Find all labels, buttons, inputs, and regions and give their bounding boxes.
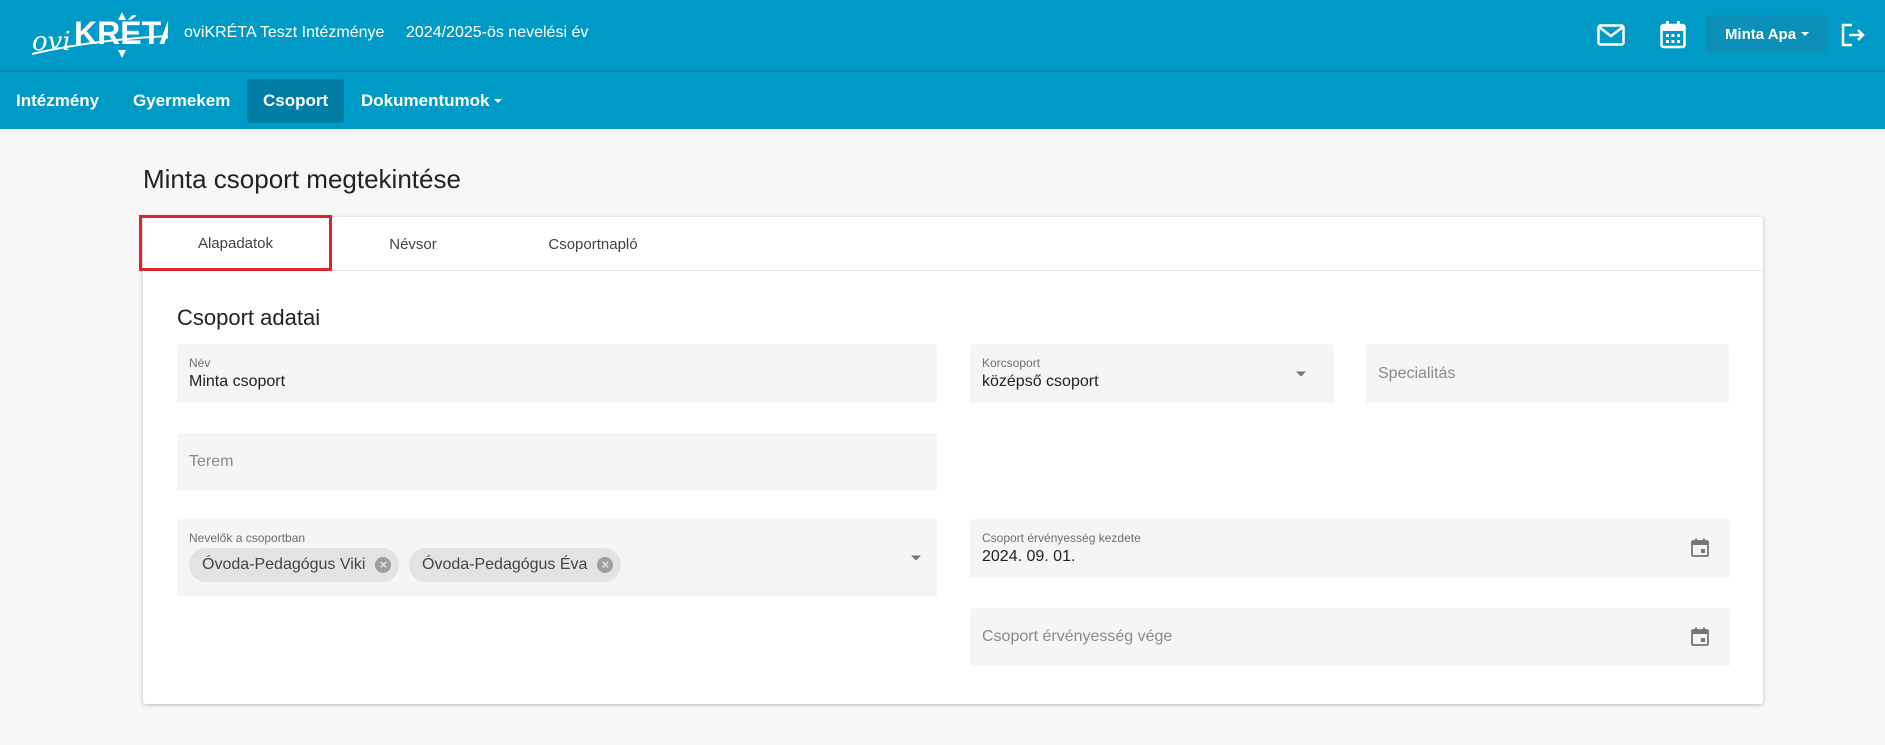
chevron-down-icon (1296, 371, 1306, 376)
age-group-select[interactable]: Korcsoport középső csoport (970, 344, 1334, 403)
valid-from-label: Csoport érvényesség kezdete (982, 531, 1141, 545)
room-field[interactable]: Terem (177, 433, 937, 491)
name-value: Minta csoport (189, 373, 286, 390)
tab-roster[interactable]: Névsor (323, 217, 503, 271)
svg-text:KRÉTA: KRÉTA (74, 15, 168, 51)
main-nav: Intézmény Gyermekem Csoport Dokumentumok (0, 70, 1885, 129)
school-year: 2024/2025-ös nevelési év (406, 24, 589, 41)
calendar-icon[interactable] (1690, 627, 1710, 647)
valid-from-value: 2024. 09. 01. (982, 548, 1076, 565)
section-title: Csoport adatai (177, 305, 321, 330)
nav-item-my-child[interactable]: Gyermekem (117, 79, 246, 123)
age-group-label: Korcsoport (982, 356, 1041, 370)
teacher-chip[interactable]: Óvoda-Pedagógus Éva × (409, 548, 622, 582)
specialty-field[interactable]: Specialitás (1366, 344, 1729, 403)
age-group-value: középső csoport (982, 373, 1099, 390)
nav-item-documents[interactable]: Dokumentumok (345, 79, 518, 123)
logout-icon[interactable] (1837, 20, 1869, 50)
tab-group-diary[interactable]: Csoportnapló (503, 217, 683, 271)
close-icon[interactable]: × (597, 557, 614, 573)
teachers-label: Nevelők a csoportban (189, 531, 306, 545)
teacher-chip-label: Óvoda-Pedagógus Viki (202, 556, 366, 573)
top-bar: ovi KRÉTA oviKRÉTA Teszt Intézménye 2024… (0, 0, 1885, 70)
close-icon[interactable]: × (375, 557, 392, 573)
name-label: Név (189, 356, 211, 370)
name-field[interactable]: Név Minta csoport (177, 344, 937, 403)
nav-item-group[interactable]: Csoport (247, 79, 345, 123)
calendar-icon[interactable] (1690, 538, 1710, 558)
chevron-down-icon (911, 555, 921, 560)
page-title: Minta csoport megtekintése (143, 164, 461, 194)
valid-from-date-field[interactable]: Csoport érvényesség kezdete 2024. 09. 01… (970, 519, 1730, 577)
group-card: Alapadatok Névsor Csoportnapló Csoport a… (139, 215, 1763, 704)
teacher-chip[interactable]: Óvoda-Pedagógus Viki × (189, 548, 400, 582)
mail-icon[interactable] (1595, 20, 1627, 50)
nav-item-documents-label: Dokumentumok (361, 91, 490, 110)
user-name: Minta Apa (1724, 25, 1797, 43)
tab-basic-data[interactable]: Alapadatok (139, 215, 332, 271)
chevron-down-icon (1801, 32, 1810, 36)
teacher-chip-label: Óvoda-Pedagógus Éva (422, 556, 588, 573)
tab-bar: Alapadatok Névsor Csoportnapló (139, 215, 1763, 271)
okreta-logo[interactable]: ovi KRÉTA (31, 10, 182, 58)
institution-name: oviKRÉTA Teszt Intézménye (184, 24, 385, 41)
teachers-select[interactable]: Nevelők a csoportban Óvoda-Pedagógus Vik… (177, 519, 937, 596)
room-placeholder: Terem (189, 453, 234, 470)
specialty-placeholder: Specialitás (1378, 364, 1456, 382)
user-menu-button[interactable]: Minta Apa (1706, 15, 1828, 53)
chevron-down-icon (494, 99, 503, 103)
nav-item-institution[interactable]: Intézmény (0, 79, 115, 123)
valid-to-date-field[interactable]: Csoport érvényesség vége (970, 608, 1730, 666)
calendar-icon[interactable] (1657, 20, 1689, 50)
valid-to-placeholder: Csoport érvényesség vége (982, 628, 1173, 645)
